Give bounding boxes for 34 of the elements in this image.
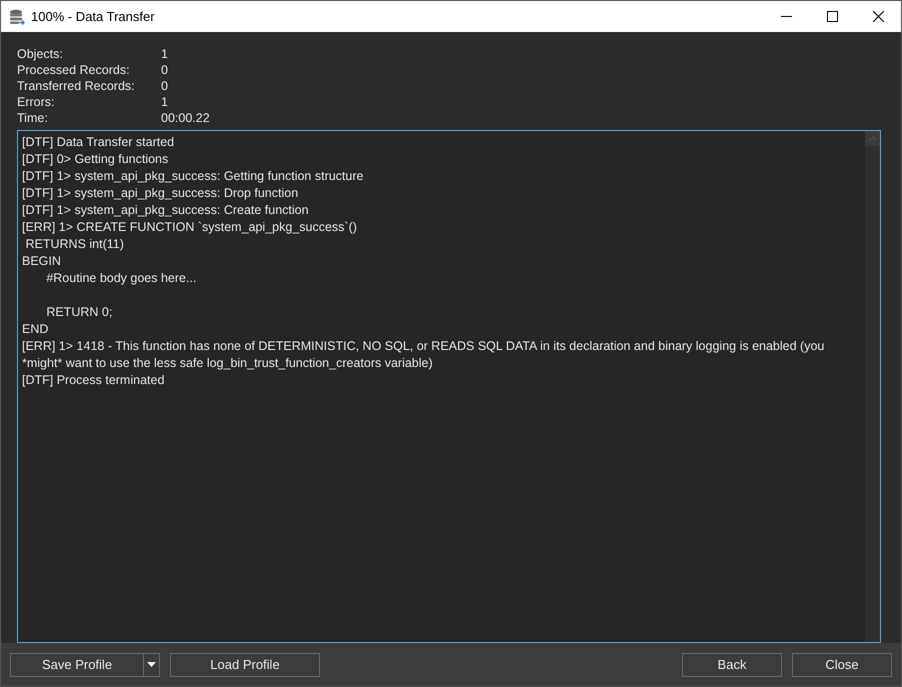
log-line: [DTF] 1> system_api_pkg_success: Drop function: [22, 185, 300, 202]
stat-value: 0: [161, 78, 169, 94]
stat-value: 1: [161, 94, 169, 110]
database-icon: [9, 8, 25, 24]
maximize-icon: [826, 11, 838, 22]
stat-value: 0: [161, 62, 169, 78]
log-line: END: [22, 321, 50, 338]
stat-label: Time:: [17, 110, 49, 126]
stat-label: Objects:: [17, 46, 64, 62]
log-line: RETURN 0;: [45, 304, 114, 321]
stat-value: 00:00.22: [161, 110, 211, 126]
stat-label: Processed Records:: [17, 62, 131, 78]
stat-label: Transferred Records:: [17, 78, 136, 94]
stat-value: 1: [161, 46, 169, 62]
dropdown-button[interactable]: [144, 652, 160, 676]
log-line: BEGIN: [22, 253, 62, 270]
dialog-button[interactable]: Close: [792, 652, 892, 676]
log-line: [DTF] Data Transfer started: [22, 134, 176, 151]
save-profile-button[interactable]: Save Profile: [10, 652, 144, 676]
dialog-button[interactable]: Back: [682, 652, 782, 676]
log-line: [DTF] 0> Getting functions: [22, 151, 170, 168]
log-line: [ERR] 1> CREATE FUNCTION `system_api_pkg_success`(): [22, 219, 358, 236]
stat-label: Errors:: [17, 94, 56, 110]
window-title: 100% - Data Transfer: [31, 9, 156, 24]
close-icon: [872, 11, 884, 22]
log-line: [ERR] 1> 1418 - This function has none of DETERMINISTIC, NO SQL, or READS SQL DATA in its declaration and binary logging is enabled (you *might* want to use the less safe log_bin_trust_function_creators variable): [22, 338, 826, 372]
log-line: [DTF] Process terminated: [22, 372, 166, 389]
log-line: RETURNS int(11): [24, 236, 125, 253]
caret-icon: [147, 662, 156, 667]
dialog-button[interactable]: Load Profile: [170, 652, 320, 676]
log-line: [DTF] 1> system_api_pkg_success: Create function: [22, 202, 310, 219]
scrollbar[interactable]: [865, 131, 880, 642]
log-line: [DTF] 1> system_api_pkg_success: Getting function structure: [22, 168, 364, 185]
log-line: #Routine body goes here...: [45, 270, 198, 287]
